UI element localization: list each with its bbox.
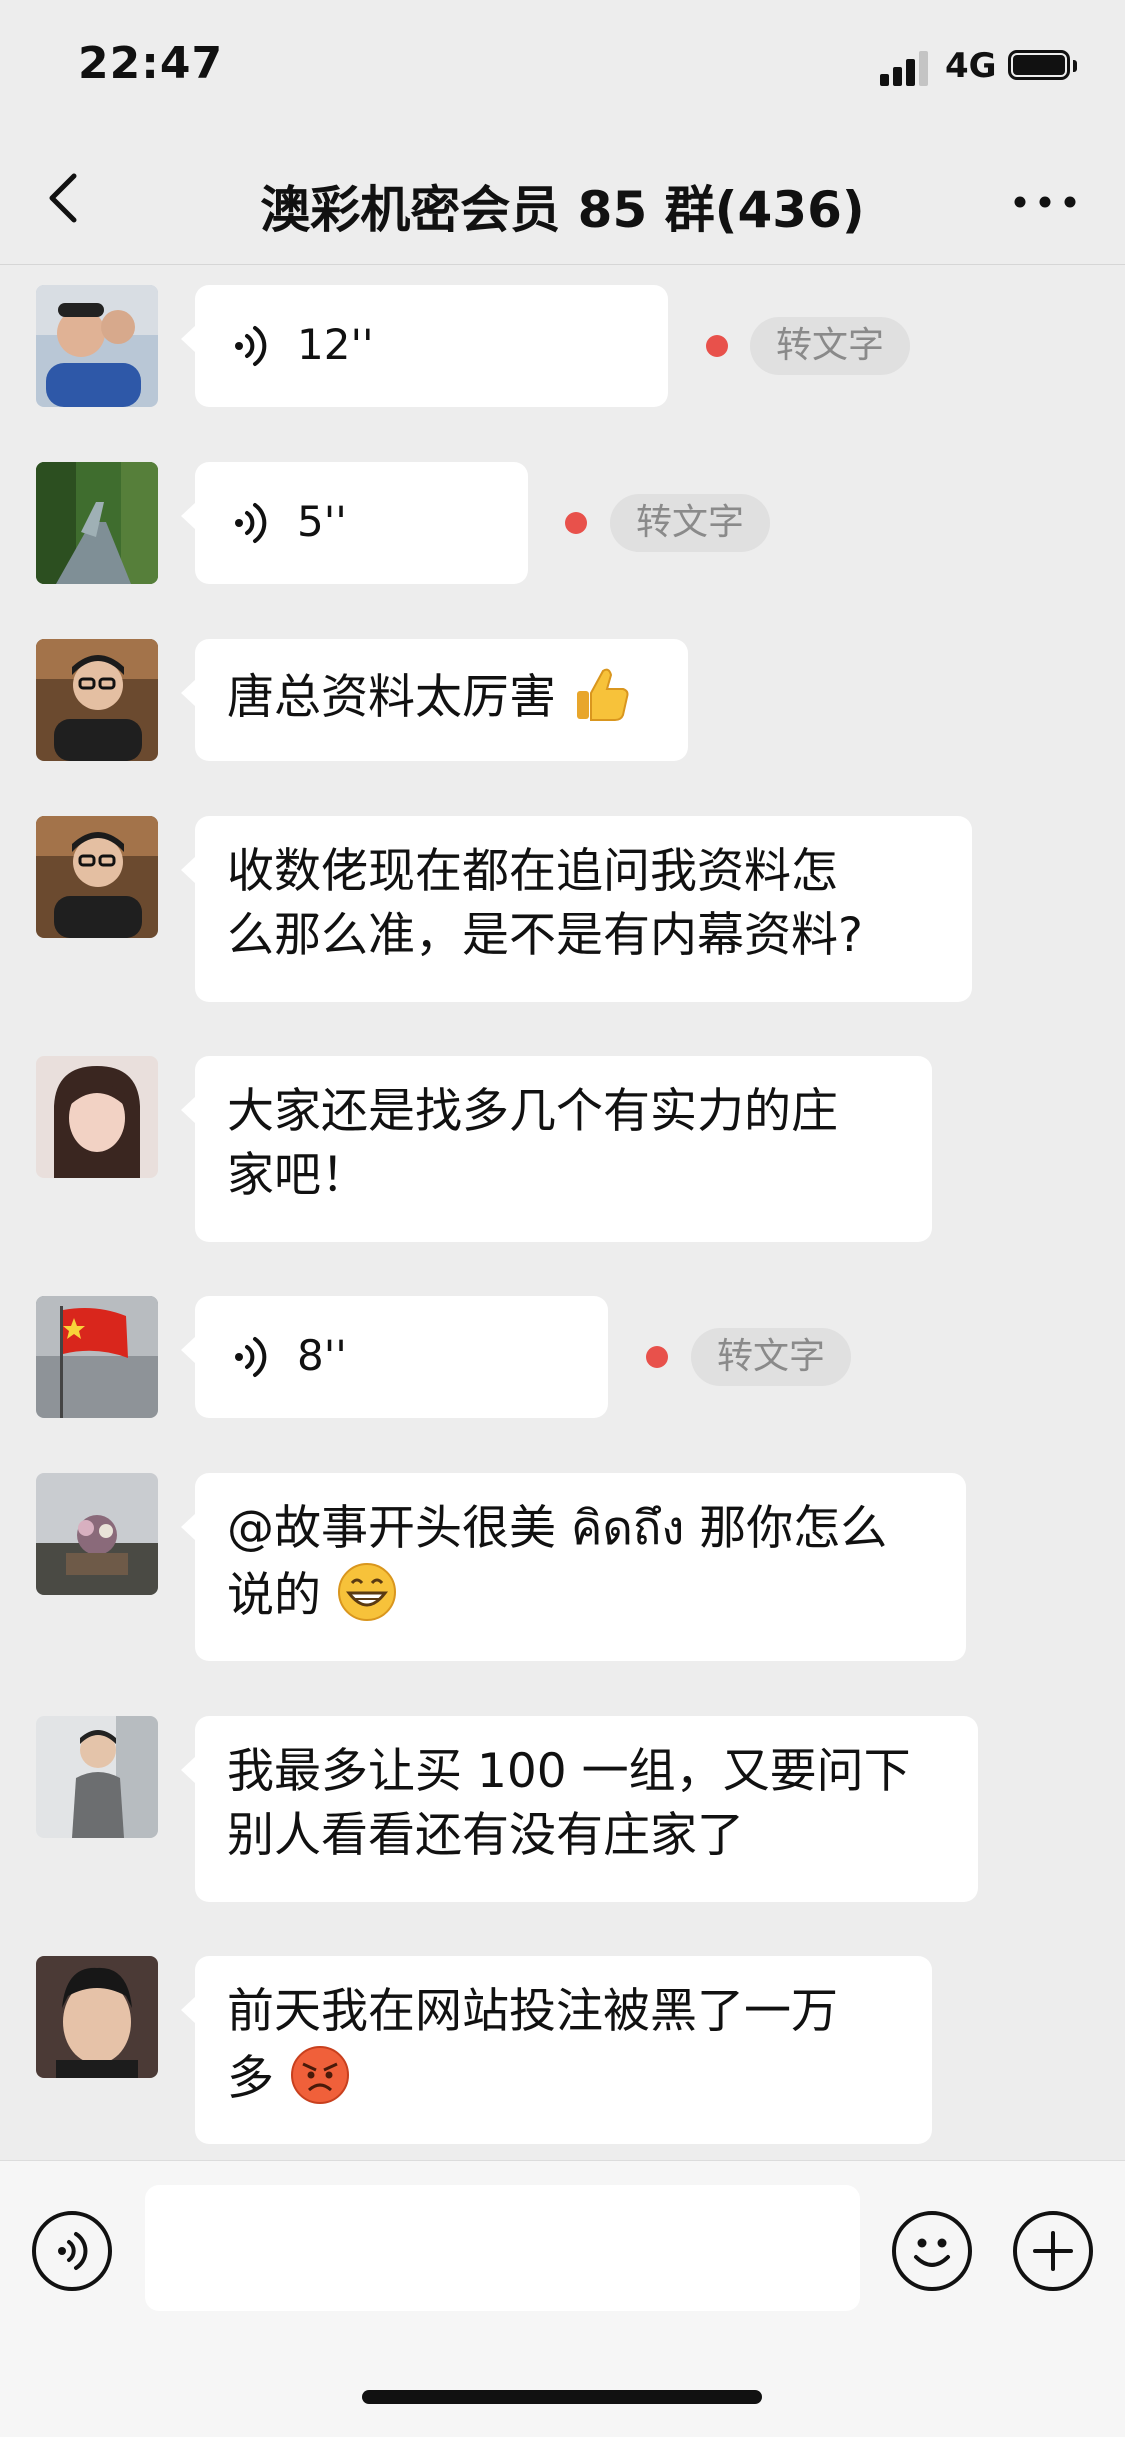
voice-duration: 8'' [297,1331,347,1380]
message-text: 唐总资料太厉害 [227,670,556,725]
text-message-bubble[interactable]: 我最多让买 100 一组，又要问下 别人看看还有没有庄家了 [181,1716,978,1902]
message-text-line: 多 [227,2051,274,2106]
avatar[interactable] [36,1956,158,2078]
status-bar: 22:47 4G [0,0,1125,132]
grin-emoji [337,1563,396,1621]
voice-message-bubble[interactable]: 12'' [181,285,668,407]
avatar[interactable] [36,1296,158,1418]
voice-wave-icon [235,1337,267,1377]
chat-title: 澳彩机密会员 85 群(436) [260,181,865,239]
unread-dot [565,512,587,534]
speech-to-text-button[interactable]: 转文字 [750,317,911,375]
more-dots-icon [1014,196,1076,208]
thumbs-up-emoji [576,668,629,721]
voice-input-icon [58,2232,88,2270]
message-text-line: 前天我在网站投注被黑了一万 [227,1984,838,2039]
text-message-bubble[interactable]: 大家还是找多几个有实力的庄 家吧！ [181,1056,932,1242]
speech-to-text-button[interactable]: 转文字 [610,494,771,552]
message-text-line: 收数佬现在都在追问我资料怎 [227,844,838,899]
voice-input-button[interactable] [32,2211,112,2291]
message-text-line: 别人看看还有没有庄家了 [227,1808,744,1863]
avatar[interactable] [36,1716,158,1838]
message-text-line: 说的 [227,1568,321,1623]
unread-dot [706,335,728,357]
avatar[interactable] [36,1473,158,1595]
speech-to-text-button[interactable]: 转文字 [691,1328,852,1386]
plus-icon [1033,2231,1073,2271]
voice-wave-icon [235,503,267,543]
status-time: 22:47 [78,38,224,89]
signal-strength-icon [880,50,932,86]
voice-message-bubble[interactable]: 5'' [181,462,528,584]
voice-message-bubble[interactable]: 8'' [181,1296,608,1418]
message-text-line: 么那么准，是不是有内幕资料? [227,908,863,963]
voice-wave-icon [235,326,267,366]
avatar[interactable] [36,1056,158,1178]
text-message-bubble[interactable]: 唐总资料太厉害 [181,639,688,761]
avatar[interactable] [36,285,158,407]
text-message-bubble[interactable]: @故事开头很美 คิดถึง 那你怎么 说的 [181,1473,966,1661]
chat-header: 澳彩机密会员 85 群(436) [0,132,1125,265]
message-text-line: @故事开头很美 คิดถึง 那你怎么 [227,1501,888,1556]
more-button[interactable] [1010,172,1080,232]
avatar[interactable] [36,462,158,584]
home-indicator[interactable] [362,2390,762,2404]
emoji-face-icon [914,2238,950,2267]
add-button[interactable] [1013,2211,1093,2291]
message-text-line: 家吧！ [227,1148,368,1203]
message-text-line: 我最多让买 100 一组，又要问下 [227,1744,911,1799]
message-input[interactable] [145,2185,860,2311]
message-text-line: 大家还是找多几个有实力的庄 [227,1084,838,1139]
angry-emoji [290,2046,349,2104]
voice-duration: 5'' [297,497,347,546]
unread-dot [646,1346,668,1368]
text-message-bubble[interactable]: 前天我在网站投注被黑了一万 多 [181,1956,932,2144]
battery-icon [1008,50,1078,84]
avatar[interactable] [36,816,158,938]
voice-duration: 12'' [297,320,374,369]
network-type: 4G [945,46,997,86]
emoji-button[interactable] [892,2211,972,2291]
avatar[interactable] [36,639,158,761]
text-message-bubble[interactable]: 收数佬现在都在追问我资料怎 么那么准，是不是有内幕资料? [181,816,972,1002]
